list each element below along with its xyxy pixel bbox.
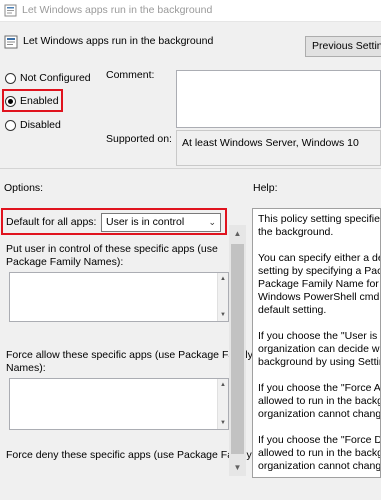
help-line: setting by specifying a Packag (258, 265, 381, 277)
help-line: the background. (258, 226, 334, 238)
default-apps-row: Default for all apps: User is in control… (0, 210, 228, 234)
scroll-up-arrow-icon[interactable]: ▲ (229, 225, 246, 242)
scroll-down-arrow-icon[interactable]: ▼ (229, 459, 246, 476)
title-bar: Let Windows apps run in the background (0, 0, 381, 22)
scrollbar-thumb[interactable] (231, 244, 244, 454)
help-line: If you choose the "Force Allow (258, 382, 381, 394)
help-line: background by using Settings (258, 356, 380, 368)
help-line: organization cannot change i (258, 408, 381, 420)
policy-setting-icon (4, 4, 17, 17)
options-label: Options: (4, 182, 44, 194)
radio-not-configured[interactable]: Not Configured (5, 71, 105, 87)
force-allow-list-box[interactable]: ▲ ▼ (9, 378, 229, 430)
help-line: You can specify either a defau (258, 252, 380, 264)
radio-enabled[interactable]: Enabled (5, 94, 105, 110)
force-deny-label: Force deny these specific apps (use Pack… (6, 449, 252, 461)
help-line: allowed to run in the backgro (258, 395, 381, 407)
help-label: Help: (253, 182, 278, 194)
force-allow-label-2: Names): (6, 362, 46, 374)
help-line: Package Family Name for an (258, 278, 381, 290)
scroll-down-arrow-icon[interactable]: ▼ (218, 418, 228, 428)
options-scrollbar[interactable]: ▲ ▼ (229, 225, 246, 476)
help-line: default setting. (258, 304, 327, 316)
radio-disabled-label: Disabled (20, 119, 61, 131)
force-allow-label-1: Force allow these specific apps (use Pac… (6, 349, 253, 361)
radio-not-configured-label: Not Configured (20, 72, 91, 84)
help-line: If you choose the "User is in c (258, 330, 380, 342)
list-scrollbar[interactable]: ▲ ▼ (217, 379, 228, 429)
scroll-up-arrow-icon[interactable]: ▲ (218, 274, 228, 284)
help-line: allowed to run in the backgro (258, 447, 381, 459)
supported-on-label: Supported on: (106, 133, 172, 145)
chevron-down-icon: ⌄ (208, 217, 216, 227)
help-line: organization cannot change i (258, 460, 381, 472)
user-control-label-1: Put user in control of these specific ap… (6, 243, 218, 255)
list-scrollbar[interactable]: ▲ ▼ (217, 273, 228, 321)
supported-on-value: At least Windows Server, Windows 10 (176, 130, 381, 166)
radio-enabled-circle[interactable] (5, 96, 16, 107)
default-apps-label-text: Default for all apps: (6, 216, 97, 228)
user-control-label-2: Package Family Names): (6, 256, 124, 268)
scroll-down-arrow-icon[interactable]: ▼ (218, 310, 228, 320)
radio-disabled-circle[interactable] (5, 120, 16, 131)
help-line: Windows PowerShell cmdlet. (258, 291, 381, 303)
help-line: If you choose the "Force Deny (258, 434, 380, 446)
help-line: This policy setting specifies w (258, 213, 380, 225)
setting-title: Let Windows apps run in the background (23, 35, 214, 47)
section-divider (0, 168, 381, 169)
policy-setting-icon (4, 35, 18, 49)
scroll-up-arrow-icon[interactable]: ▲ (218, 380, 228, 390)
comment-label: Comment: (106, 69, 155, 81)
radio-not-configured-circle[interactable] (5, 73, 16, 84)
default-apps-select[interactable]: User is in control ⌄ (101, 213, 221, 232)
radio-enabled-label: Enabled (20, 95, 59, 107)
radio-disabled[interactable]: Disabled (5, 118, 105, 134)
window-title: Let Windows apps run in the background (22, 4, 213, 16)
previous-setting-button[interactable]: Previous Setting (305, 36, 381, 57)
help-panel: This policy setting specifies w the back… (252, 208, 381, 478)
user-control-list-box[interactable]: ▲ ▼ (9, 272, 229, 322)
comment-field[interactable] (176, 70, 381, 128)
help-line: organization can decide whet (258, 343, 381, 355)
default-apps-selected-value: User is in control (106, 216, 185, 228)
